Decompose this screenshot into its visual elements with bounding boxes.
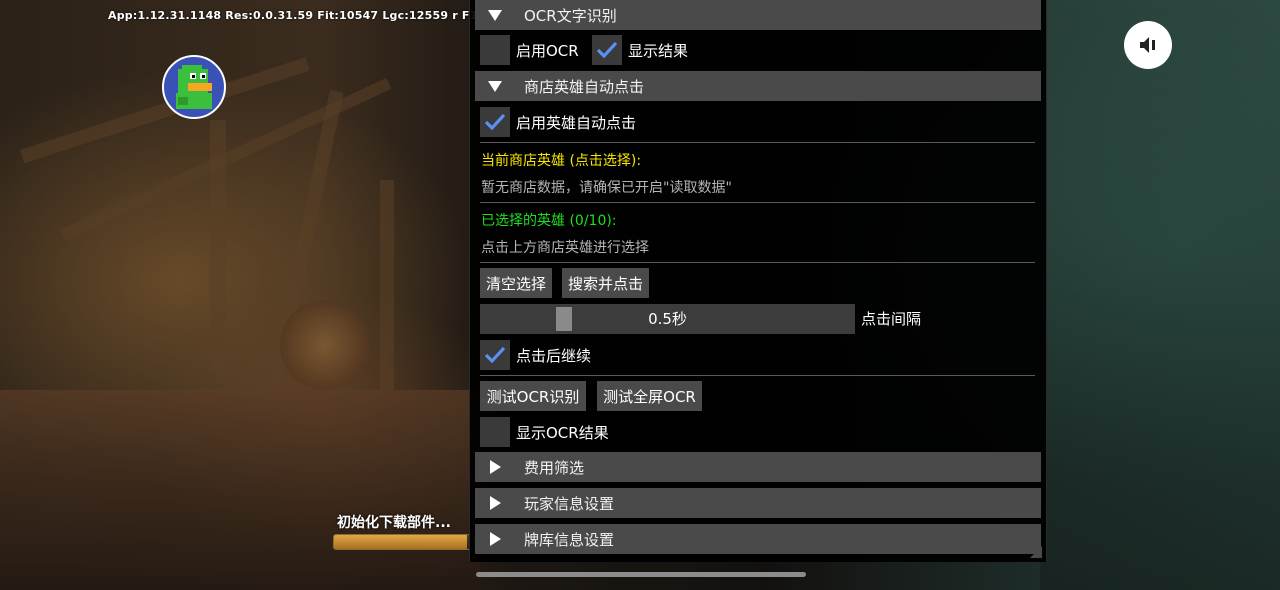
clear-selection-button[interactable]: 清空选择 — [480, 268, 552, 298]
speaker-icon[interactable] — [1124, 21, 1172, 69]
triangle-right-icon — [490, 460, 501, 474]
show-ocr-result-checkbox[interactable]: 显示OCR结果 — [480, 417, 609, 447]
resize-grip[interactable] — [1030, 546, 1042, 558]
checkbox-label: 点击后继续 — [516, 346, 592, 365]
select-hint-text: 点击上方商店英雄进行选择 — [481, 240, 649, 256]
current-heroes-label: 当前商店英雄 (点击选择): — [481, 153, 642, 169]
section-header-deck-info[interactable]: 牌库信息设置 — [475, 524, 1041, 554]
test-fullscreen-ocr-button[interactable]: 测试全屏OCR — [597, 381, 702, 411]
section-header-player-info[interactable]: 玩家信息设置 — [475, 488, 1041, 518]
show-result-checkbox[interactable]: 显示结果 — [592, 35, 688, 65]
checkbox-label: 显示结果 — [628, 41, 689, 60]
triangle-right-icon — [490, 532, 501, 546]
section-title: OCR文字识别 — [524, 6, 617, 25]
checkbox-box[interactable] — [480, 107, 510, 137]
checkbox-box[interactable] — [480, 340, 510, 370]
triangle-right-icon — [490, 496, 501, 510]
section-title: 玩家信息设置 — [524, 494, 615, 513]
checkmark-icon — [484, 113, 506, 131]
enable-hero-click-checkbox[interactable]: 启用英雄自动点击 — [480, 107, 636, 137]
section-title: 费用筛选 — [524, 458, 585, 477]
home-indicator[interactable] — [476, 572, 806, 577]
section-header-cost-filter[interactable]: 费用筛选 — [475, 452, 1041, 482]
checkbox-box[interactable] — [480, 35, 510, 65]
checkbox-label: 启用OCR — [516, 41, 579, 60]
divider — [480, 142, 1035, 143]
checkbox-box[interactable] — [592, 35, 622, 65]
enable-ocr-checkbox[interactable]: 启用OCR — [480, 35, 579, 65]
section-header-shop[interactable]: 商店英雄自动点击 — [475, 71, 1041, 101]
divider — [480, 375, 1035, 376]
checkbox-box[interactable] — [480, 417, 510, 447]
debug-info-text: App:1.12.31.1148 Res:0.0.31.59 Fit:10547… — [108, 9, 478, 22]
divider — [480, 202, 1035, 203]
assist-panel: OCR文字识别 启用OCR 显示结果 商店英雄自动点击 启用英雄自动点击 当前商… — [469, 0, 1047, 562]
triangle-down-icon — [488, 81, 502, 92]
checkbox-label: 启用英雄自动点击 — [516, 113, 637, 132]
section-title: 牌库信息设置 — [524, 530, 615, 549]
divider — [480, 262, 1035, 263]
section-header-ocr[interactable]: OCR文字识别 — [475, 0, 1041, 30]
slider-value: 0.5秒 — [648, 310, 687, 328]
test-ocr-button[interactable]: 测试OCR识别 — [480, 381, 586, 411]
click-interval-label: 点击间隔 — [861, 310, 922, 328]
duck-avatar-icon[interactable] — [162, 55, 226, 119]
checkmark-icon — [596, 41, 618, 59]
loading-progress-fill — [334, 535, 467, 549]
section-title: 商店英雄自动点击 — [524, 77, 645, 96]
loading-status-text: 初始化下载部件... — [337, 515, 451, 531]
checkbox-label: 显示OCR结果 — [516, 423, 609, 442]
loading-progress-bar — [333, 534, 475, 550]
selected-heroes-label: 已选择的英雄 (0/10): — [481, 213, 617, 229]
checkmark-icon — [484, 346, 506, 364]
continue-after-click-checkbox[interactable]: 点击后继续 — [480, 340, 591, 370]
triangle-down-icon — [488, 10, 502, 21]
no-shop-data-text: 暂无商店数据，请确保已开启"读取数据" — [481, 180, 732, 196]
click-interval-slider[interactable]: 0.5秒 — [480, 304, 855, 334]
search-and-click-button[interactable]: 搜索并点击 — [562, 268, 649, 298]
